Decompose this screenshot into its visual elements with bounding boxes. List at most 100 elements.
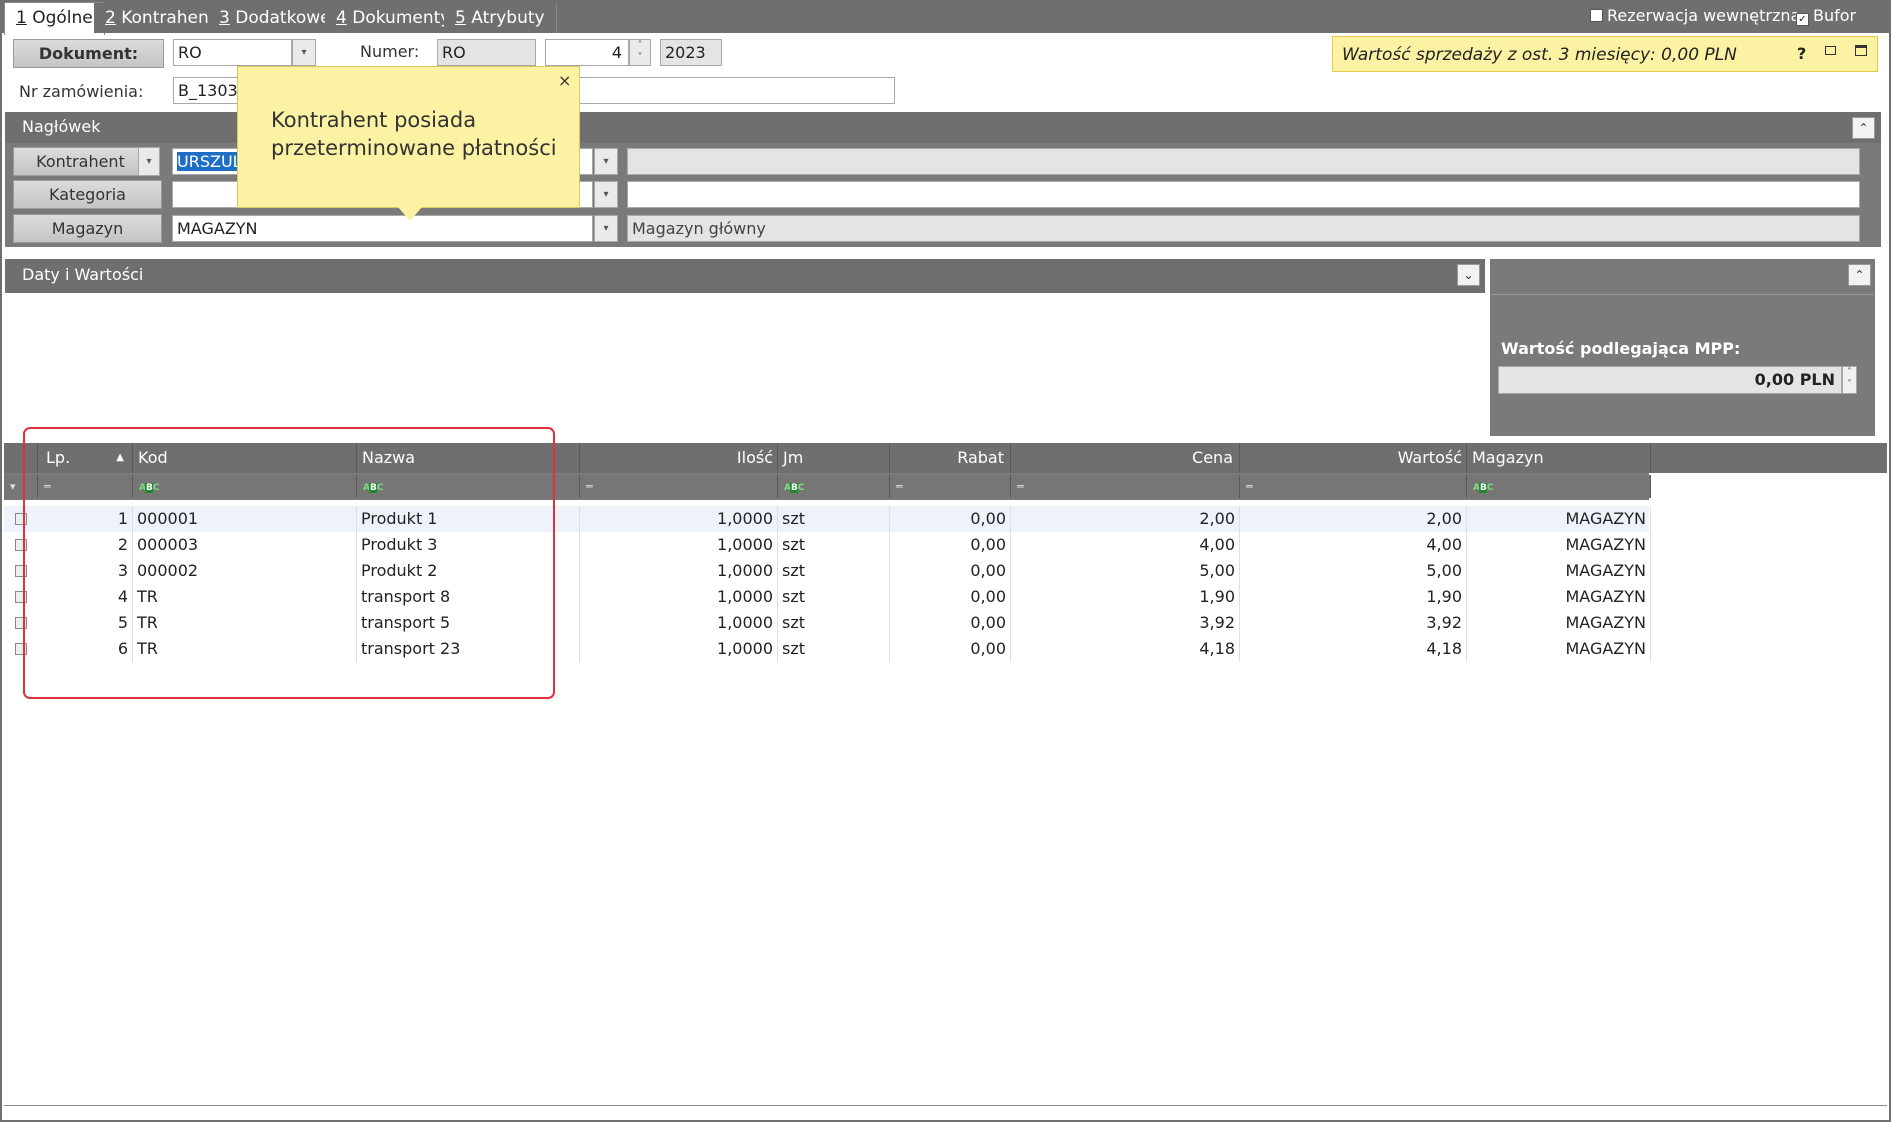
filter-ilosc-equals-icon[interactable]: ═ [580, 475, 778, 498]
cell-wartosc: 5,00 [1240, 558, 1467, 584]
col-cena[interactable]: Cena [1011, 443, 1240, 473]
kategoria-button[interactable]: Kategoria [13, 180, 162, 209]
document-type-select[interactable]: RO [173, 39, 292, 66]
cell-wartosc: 4,00 [1240, 532, 1467, 558]
daty-header: Daty i Wartości ⌄ [5, 259, 1485, 293]
highlight-box [23, 427, 555, 699]
restore-icon[interactable] [1825, 46, 1836, 55]
cell-ilosc: 1,0000 [580, 636, 778, 662]
rezerwacja-checkbox[interactable]: Rezerwacja wewnętrzna [1590, 6, 1800, 25]
help-icon[interactable]: ? [1797, 44, 1806, 63]
numer-prefix-field: RO [437, 39, 536, 66]
mpp-stepper[interactable]: ˄ ˅ [1842, 366, 1857, 394]
tooltip-text: Kontrahent posiada przeterminowane płatn… [271, 108, 557, 160]
cell-magazyn: MAGAZYN [1467, 610, 1651, 636]
magazyn-button[interactable]: Magazyn [13, 214, 162, 243]
tab-label: Atrybuty [465, 8, 545, 28]
chevron-down-icon[interactable]: ▾ [292, 39, 316, 66]
numer-stepper[interactable]: ˄ ˅ [629, 39, 651, 66]
filter-wartosc-equals-icon[interactable]: ═ [1240, 475, 1467, 498]
cell-ilosc: 1,0000 [580, 584, 778, 610]
chevron-down-icon[interactable]: ▾ [594, 215, 618, 242]
cell-ilosc: 1,0000 [580, 532, 778, 558]
warning-tooltip: Kontrahent posiada przeterminowane płatn… [237, 66, 580, 208]
sales-banner-text: Wartość sprzedaży z ost. 3 miesięcy: 0,0… [1342, 45, 1737, 65]
dokument-button[interactable]: Dokument: [13, 39, 164, 68]
tab-key: 1 [16, 8, 27, 28]
cell-magazyn: MAGAZYN [1467, 532, 1651, 558]
filter-rabat-equals-icon[interactable]: ═ [890, 475, 1011, 498]
collapse-icon[interactable]: ⌃ [1852, 117, 1875, 139]
collapse-icon[interactable]: ⌃ [1848, 264, 1871, 286]
chevron-down-icon[interactable]: ▾ [138, 147, 160, 176]
cell-jm: szt [778, 506, 890, 532]
mpp-panel: ⌃ Wartość podlegająca MPP: 0,00 PLN ˄ ˅ [1490, 259, 1875, 436]
cell-cena: 3,92 [1011, 610, 1240, 636]
tooltip-arrow [398, 207, 422, 221]
tab-label: Dokumenty [346, 8, 451, 28]
kategoria-desc-field[interactable] [627, 181, 1860, 208]
close-icon[interactable]: × [558, 71, 571, 90]
filter-magazyn-abc-icon[interactable]: ABC [1467, 475, 1651, 498]
cell-jm: szt [778, 636, 890, 662]
cell-jm: szt [778, 610, 890, 636]
year-field: 2023 [660, 39, 722, 66]
mpp-label: Wartość podlegająca MPP: [1501, 339, 1741, 358]
cell-rabat: 0,00 [890, 558, 1011, 584]
cell-rabat: 0,00 [890, 532, 1011, 558]
cell-magazyn: MAGAZYN [1467, 636, 1651, 662]
cell-ilosc: 1,0000 [580, 558, 778, 584]
cell-wartosc: 1,90 [1240, 584, 1467, 610]
cell-magazyn: MAGAZYN [1467, 584, 1651, 610]
magazyn-field[interactable]: MAGAZYN [172, 215, 593, 242]
chevron-down-icon[interactable]: ▾ [594, 148, 618, 175]
tab-key: 2 [105, 8, 116, 28]
maximize-icon[interactable] [1855, 45, 1867, 56]
tab-ogolne[interactable]: 1 Ogólne [4, 2, 105, 35]
cell-magazyn: MAGAZYN [1467, 506, 1651, 532]
cell-magazyn: MAGAZYN [1467, 558, 1651, 584]
cell-ilosc: 1,0000 [580, 610, 778, 636]
daty-title: Daty i Wartości [22, 265, 144, 284]
rezerwacja-label: Rezerwacja wewnętrzna [1607, 6, 1801, 25]
cell-rabat: 0,00 [890, 584, 1011, 610]
divider [1491, 294, 1874, 295]
tab-label: Ogólne [26, 8, 93, 28]
cell-rabat: 0,00 [890, 506, 1011, 532]
filter-jm-abc-icon[interactable]: ABC [778, 475, 890, 498]
expand-icon[interactable]: ⌄ [1457, 264, 1480, 286]
cell-jm: szt [778, 532, 890, 558]
tab-label: Dodatkowe [229, 8, 331, 28]
tab-atrybuty[interactable]: 5 Atrybuty [444, 3, 557, 33]
tab-dodatkowe[interactable]: 3 Dodatkowe [208, 3, 343, 33]
tab-key: 5 [455, 8, 466, 28]
cell-cena: 4,00 [1011, 532, 1240, 558]
bufor-checkbox[interactable]: ✓ Bufor [1796, 6, 1856, 26]
numer-field[interactable]: 4 [545, 39, 629, 66]
tab-strip: 1 Ogólne 2 Kontrahent 3 Dodatkowe 4 Doku… [0, 0, 1891, 35]
cell-rabat: 0,00 [890, 610, 1011, 636]
tab-dokumenty[interactable]: 4 Dokumenty [325, 3, 463, 33]
cell-ilosc: 1,0000 [580, 506, 778, 532]
col-wartosc[interactable]: Wartość [1240, 443, 1467, 473]
tab-label: Kontrahent [115, 8, 216, 28]
col-rabat[interactable]: Rabat [890, 443, 1011, 473]
naglowek-title: Nagłówek [22, 117, 101, 136]
cell-wartosc: 2,00 [1240, 506, 1467, 532]
cell-wartosc: 3,92 [1240, 610, 1467, 636]
grid-bottom-border [4, 1105, 1887, 1106]
numer-label: Numer: [360, 42, 420, 61]
checkbox-box[interactable] [1590, 9, 1603, 22]
cell-jm: szt [778, 558, 890, 584]
cell-cena: 1,90 [1011, 584, 1240, 610]
col-magazyn[interactable]: Magazyn [1467, 443, 1651, 473]
chevron-down-icon[interactable]: ▾ [594, 181, 618, 208]
col-jm[interactable]: Jm [778, 443, 890, 473]
checkmark-icon[interactable]: ✓ [1796, 13, 1809, 26]
col-ilosc[interactable]: Ilość [580, 443, 778, 473]
kontrahent-button[interactable]: Kontrahent [13, 147, 148, 176]
kontrahent-value: URSZUL [177, 152, 242, 171]
cell-cena: 5,00 [1011, 558, 1240, 584]
nr-zamowienia-label: Nr zamówienia: [19, 82, 144, 101]
filter-cena-equals-icon[interactable]: ═ [1011, 475, 1240, 498]
